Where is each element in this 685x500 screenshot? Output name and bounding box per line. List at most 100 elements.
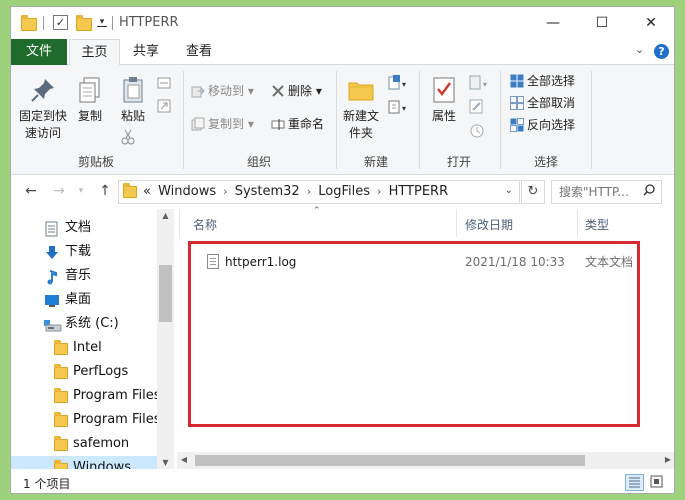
help-icon[interactable]: ? [654,44,669,59]
folder-icon [123,183,137,198]
rename-button[interactable]: 重命名 [271,114,324,134]
maximize-button[interactable]: ☐ [579,7,625,39]
tab-file[interactable]: 文件 [11,39,67,65]
address-bar[interactable]: « Windows › System32 › LogFiles › HTTPERR ⌄ [118,180,520,204]
nav-item-documents[interactable]: 文档 [11,216,157,240]
nav-item-program-files-x86[interactable]: Program Files [11,408,161,432]
breadcrumb-logfiles[interactable]: LogFiles [318,184,370,199]
svg-text:▾: ▾ [402,104,406,113]
breadcrumb-httperr[interactable]: HTTPERR [389,184,449,199]
breadcrumb-windows[interactable]: Windows [158,184,216,199]
column-divider[interactable] [456,209,457,237]
column-modified[interactable]: 修改日期 [465,216,513,233]
tab-view[interactable]: 查看 [176,39,222,65]
group-divider [419,71,420,169]
copy-button[interactable]: 复制 [71,71,109,125]
move-to-button[interactable]: 移动到 ▾ [191,81,254,101]
nav-item-system-drive[interactable]: 系统 (C:) [11,312,157,336]
folder-icon [54,412,68,427]
select-all-button[interactable]: 全部选择 [510,71,575,91]
delete-icon [271,84,285,98]
paste-icon [118,75,148,105]
scroll-up-icon[interactable]: ▲ [157,211,174,220]
breadcrumb-system32[interactable]: System32 [235,184,300,199]
navigation-pane: 文档 下载 音乐 桌面 系统 (C:) Intel PerfLogs Progr… [11,209,175,469]
paste-shortcut-icon[interactable] [157,99,171,119]
ribbon-tabs: 文件 主页 共享 查看 ⌄ ? [11,39,674,66]
properties-button[interactable]: 属性 [423,71,465,125]
nav-item-perflogs[interactable]: PerfLogs [11,360,157,384]
scroll-left-icon[interactable]: ◀ [177,455,191,464]
close-button[interactable]: ✕ [628,7,674,39]
new-folder-quick-icon[interactable] [76,15,92,31]
nav-item-program-files[interactable]: Program Files [11,384,161,408]
forward-button[interactable]: → [49,183,69,199]
large-icons-view-icon[interactable] [648,474,667,491]
column-divider[interactable] [577,209,578,237]
rename-icon [271,117,285,131]
details-view-icon[interactable] [625,474,644,491]
new-folder-button[interactable]: 新建文件夹 [338,71,384,142]
tab-home[interactable]: 主页 [69,39,120,66]
scroll-thumb[interactable] [195,455,585,466]
copy-path-icon[interactable] [157,75,171,95]
copy-to-icon [191,117,205,131]
organize-group-label: 组织 [246,155,271,169]
nav-item-downloads[interactable]: 下载 [11,240,157,264]
nav-label: Program Files [73,412,161,427]
chevron-down-icon[interactable]: ⌄ [505,185,513,196]
delete-button[interactable]: 删除 ▾ [271,81,322,101]
scroll-thumb[interactable] [159,265,172,322]
edit-icon[interactable] [469,99,485,119]
copy-label: 复制 [77,109,102,123]
nav-label: Program Files [73,388,161,403]
back-button[interactable]: ← [21,183,41,199]
nav-item-desktop[interactable]: 桌面 [11,288,157,312]
scroll-down-icon[interactable]: ▼ [157,458,174,467]
invert-selection-icon [510,118,524,132]
tab-share[interactable]: 共享 [123,39,169,65]
nav-item-safemon[interactable]: safemon [11,432,157,456]
nav-item-intel[interactable]: Intel [11,336,157,360]
column-divider [179,209,180,237]
nav-item-music[interactable]: 音乐 [11,264,157,288]
collapse-ribbon-icon[interactable]: ⌄ [635,43,644,56]
music-icon [44,269,60,285]
chevron-right-icon[interactable]: › [223,185,227,198]
open-icon[interactable]: ▾ [469,75,489,95]
recent-locations-button[interactable]: ▾ [71,186,91,196]
copy-to-button[interactable]: 复制到 ▾ [191,114,254,134]
search-input[interactable] [552,181,642,203]
nav-scrollbar[interactable]: ▲ ▼ [157,209,174,469]
nav-label: Intel [73,340,102,355]
chevron-right-icon[interactable]: › [377,185,381,198]
select-none-button[interactable]: 全部取消 [510,93,575,113]
horizontal-scrollbar[interactable]: ◀ ▶ [177,452,674,469]
copy-to-label: 复制到 [208,117,245,131]
scroll-right-icon[interactable]: ▶ [661,455,674,464]
new-item-icon[interactable]: ▾ [388,75,408,95]
column-name[interactable]: 名称 [193,216,217,233]
refresh-button[interactable]: ↻ [521,180,545,204]
move-to-label: 移动到 [208,84,245,98]
nav-item-windows[interactable]: Windows [11,456,157,469]
easy-access-icon[interactable]: ▾ [388,99,408,119]
address-row: ← → ▾ ↑ « Windows › System32 › LogFiles › H… [11,175,674,209]
up-button[interactable]: ↑ [95,183,115,199]
chevron-right-icon[interactable]: › [307,185,311,198]
folder-icon [54,460,68,469]
properties-quick-icon[interactable]: ✓ [53,15,68,30]
minimize-button[interactable]: — [530,7,576,39]
invert-selection-button[interactable]: 反向选择 [510,115,575,135]
folder-icon [54,340,68,355]
pin-quick-access-button[interactable]: 固定到快速访问 [15,71,71,142]
history-icon[interactable] [469,123,485,143]
desktop-icon [44,293,60,307]
cut-icon[interactable] [121,129,135,149]
paste-button[interactable]: 粘贴 [112,71,154,125]
customize-quick-access-icon[interactable]: ▾ [97,17,107,27]
column-type[interactable]: 类型 [585,216,609,233]
search-box[interactable] [551,180,662,204]
breadcrumb-overflow[interactable]: « [143,184,151,199]
pin-label: 固定到快速访问 [18,109,67,140]
